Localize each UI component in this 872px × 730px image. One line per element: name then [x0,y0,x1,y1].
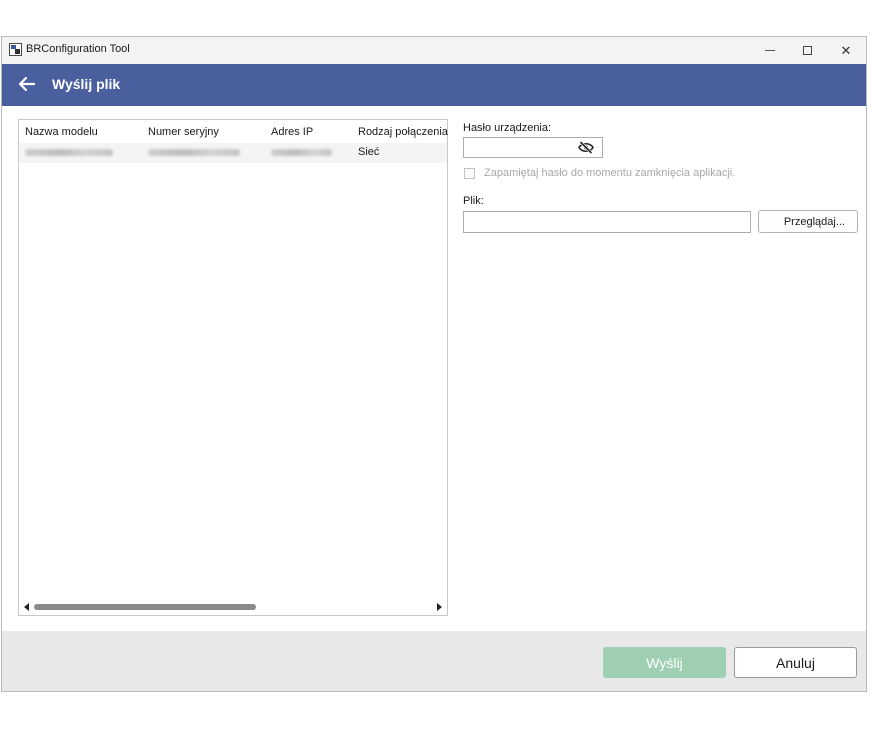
app-window: BRConfiguration Tool ✕ Wyślij plik Nazwa… [1,36,867,692]
title-bar[interactable]: BRConfiguration Tool ✕ [2,37,866,64]
file-label: Plik: [463,195,484,207]
remember-password-label: Zapamiętaj hasło do momentu zamknięcia a… [484,167,736,179]
blurred-model-name [25,149,113,156]
close-button[interactable]: ✕ [828,37,864,64]
minimize-button[interactable] [752,37,788,64]
remember-password-checkbox[interactable] [464,168,475,179]
page-header: Wyślij plik [2,64,866,106]
horizontal-scrollbar[interactable] [19,599,447,615]
cancel-button[interactable]: Anuluj [734,647,857,678]
scroll-left-icon[interactable] [24,603,29,611]
column-header-connection-type[interactable]: Rodzaj połączenia [358,126,448,138]
device-list[interactable]: Nazwa modelu Numer seryjny Adres IP Rodz… [18,119,448,616]
blurred-serial-number [148,149,240,156]
brconfiguration-app-icon [9,43,22,56]
app-title: BRConfiguration Tool [26,43,130,55]
page-title: Wyślij plik [52,76,121,92]
footer-bar: Wyślij Anuluj [2,631,866,691]
arrow-left-icon[interactable] [17,74,37,94]
browse-button[interactable]: Przeglądaj... [758,210,858,233]
password-field[interactable] [463,137,603,158]
scroll-right-icon[interactable] [437,603,442,611]
minimize-icon [765,50,775,51]
eye-off-icon[interactable] [578,141,594,154]
column-header-ip-address[interactable]: Adres IP [271,126,313,138]
close-icon: ✕ [840,42,852,58]
password-label: Hasło urządzenia: [463,122,552,134]
column-header-serial-number[interactable]: Numer seryjny [148,126,219,138]
table-row[interactable]: Sieć [19,143,447,163]
blurred-ip-address [271,149,332,156]
scrollbar-thumb[interactable] [34,604,256,610]
file-path-field[interactable] [463,211,751,233]
send-button[interactable]: Wyślij [603,647,726,678]
maximize-icon [802,46,812,55]
column-header-model-name[interactable]: Nazwa modelu [25,126,98,138]
connection-type-cell: Sieć [358,146,380,158]
maximize-button[interactable] [789,37,825,64]
device-list-header: Nazwa modelu Numer seryjny Adres IP Rodz… [19,120,448,142]
